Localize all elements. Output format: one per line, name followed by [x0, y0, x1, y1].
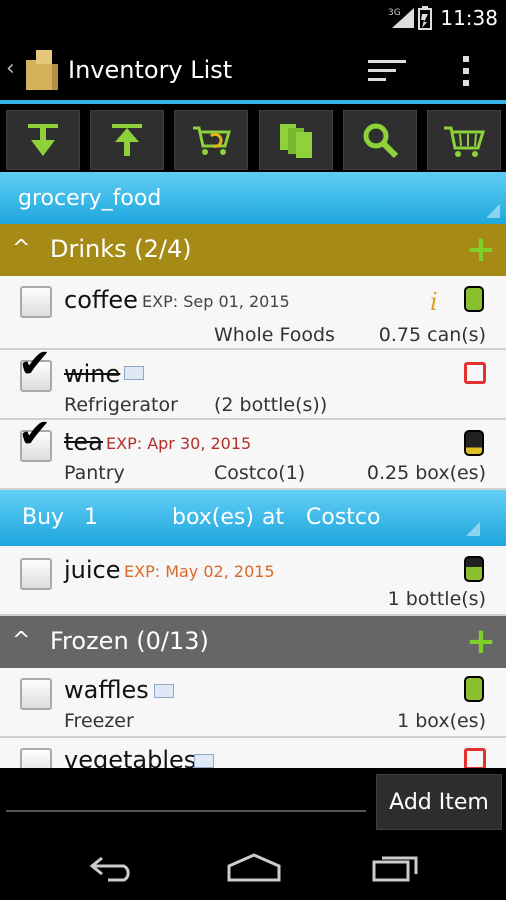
- stock-level-icon: [464, 286, 484, 312]
- upload-arrow-icon: [112, 124, 142, 156]
- item-location: Freezer: [64, 710, 134, 732]
- item-checkbox[interactable]: [20, 558, 52, 590]
- copy-icon: [280, 124, 312, 158]
- cart-button[interactable]: [427, 110, 501, 170]
- item-checkbox[interactable]: ✔: [18, 344, 52, 392]
- list-item[interactable]: juice EXP: May 02, 2015 1 bottle(s): [0, 546, 506, 616]
- add-plus-icon[interactable]: +: [466, 232, 496, 268]
- group-header-frozen[interactable]: ^ Frozen (0/13) +: [0, 616, 506, 668]
- collapse-chevron-icon: ^: [12, 236, 31, 261]
- buy-label: Buy: [22, 505, 65, 530]
- no-stock-icon: [464, 362, 486, 384]
- inventory-list: ^ Drinks (2/4) + coffee EXP: Sep 01, 201…: [0, 224, 506, 768]
- search-icon: [363, 123, 399, 159]
- signal-icon: [392, 8, 414, 28]
- stock-level-icon: [464, 676, 484, 702]
- overflow-menu-icon[interactable]: [460, 54, 472, 88]
- status-bar: 3G 11:38: [0, 0, 506, 36]
- toolbar: [0, 104, 506, 172]
- card-icon: [124, 366, 144, 380]
- list-item[interactable]: vegetables: [0, 738, 506, 768]
- item-name: wine: [64, 360, 121, 388]
- item-quantity: 1 bottle(s): [387, 588, 486, 610]
- upload-button[interactable]: [90, 110, 164, 170]
- item-quantity: (2 bottle(s)): [214, 394, 328, 416]
- item-store: Costco(1): [214, 462, 306, 484]
- item-name: coffee: [64, 286, 138, 314]
- clock: 11:38: [440, 6, 498, 30]
- cart-sync-icon: [193, 126, 231, 155]
- group-header-drinks[interactable]: ^ Drinks (2/4) +: [0, 224, 506, 276]
- category-selector[interactable]: grocery_food: [0, 172, 506, 224]
- new-item-input[interactable]: [6, 810, 366, 812]
- add-item-button[interactable]: Add Item: [376, 774, 502, 830]
- copy-button[interactable]: [259, 110, 333, 170]
- add-item-bar: Add Item: [0, 768, 506, 834]
- list-item[interactable]: ✔ tea EXP: Apr 30, 2015 Pantry Costco(1)…: [0, 414, 506, 490]
- list-item[interactable]: waffles Freezer 1 box(es): [0, 668, 506, 738]
- system-nav-bar: [0, 834, 506, 900]
- collapse-chevron-icon: ^: [12, 628, 31, 653]
- svg-text:i: i: [430, 288, 438, 316]
- item-name: vegetables: [64, 746, 197, 768]
- back-chevron-icon[interactable]: ‹: [6, 56, 15, 81]
- buy-unit: box(es): [172, 505, 254, 530]
- item-quantity: 0.75 can(s): [378, 324, 486, 346]
- card-icon: [194, 754, 214, 768]
- check-mark-icon: ✔: [18, 411, 52, 457]
- item-name: waffles: [64, 676, 149, 704]
- item-quantity: 0.25 box(es): [366, 462, 486, 484]
- stock-level-icon: [464, 430, 484, 456]
- download-arrow-icon: [28, 124, 58, 156]
- dropdown-corner-icon: [486, 204, 500, 218]
- dropdown-corner-icon: [466, 522, 480, 536]
- group-title: Frozen (0/13): [50, 627, 209, 655]
- card-icon: [154, 684, 174, 698]
- info-icon[interactable]: i: [426, 286, 444, 316]
- action-bar: ‹ Inventory List: [0, 36, 506, 102]
- item-checkbox[interactable]: [20, 678, 52, 710]
- stock-level-icon: [464, 556, 484, 582]
- app-logo-icon[interactable]: [22, 46, 62, 92]
- cart-icon: [444, 126, 486, 157]
- home-icon[interactable]: [226, 852, 282, 882]
- download-button[interactable]: [6, 110, 80, 170]
- buy-at-label: at: [262, 505, 285, 530]
- buy-amount-field[interactable]: 1: [84, 505, 98, 530]
- item-exp: EXP: May 02, 2015: [124, 562, 275, 581]
- item-exp: EXP: Apr 30, 2015: [106, 434, 252, 453]
- item-checkbox[interactable]: [20, 286, 52, 318]
- item-name: tea: [64, 428, 103, 456]
- category-label: grocery_food: [18, 186, 162, 211]
- group-title: Drinks (2/4): [50, 235, 192, 263]
- check-mark-icon: ✔: [18, 341, 52, 387]
- sort-icon[interactable]: [368, 58, 408, 84]
- page-title: Inventory List: [68, 56, 233, 84]
- item-location: Refrigerator: [64, 394, 178, 416]
- list-item[interactable]: coffee EXP: Sep 01, 2015 i Whole Foods 0…: [0, 276, 506, 350]
- list-item[interactable]: ✔ wine Refrigerator (2 bottle(s)): [0, 344, 506, 420]
- item-checkbox[interactable]: [20, 748, 52, 768]
- item-location: Pantry: [64, 462, 125, 484]
- battery-icon: [418, 6, 432, 30]
- buy-store-dropdown[interactable]: Costco: [306, 505, 380, 530]
- search-button[interactable]: [343, 110, 417, 170]
- item-quantity: 1 box(es): [397, 710, 486, 732]
- item-checkbox[interactable]: ✔: [18, 414, 52, 462]
- back-icon[interactable]: [88, 854, 138, 882]
- item-exp: EXP: Sep 01, 2015: [142, 292, 290, 311]
- buy-bar: Buy 1 box(es) at Costco: [0, 490, 506, 546]
- recent-apps-icon[interactable]: [370, 852, 420, 882]
- no-stock-icon: [464, 748, 486, 768]
- item-store: Whole Foods: [214, 324, 335, 346]
- add-plus-icon[interactable]: +: [466, 624, 496, 660]
- item-name: juice: [64, 556, 121, 584]
- cart-sync-button[interactable]: [174, 110, 248, 170]
